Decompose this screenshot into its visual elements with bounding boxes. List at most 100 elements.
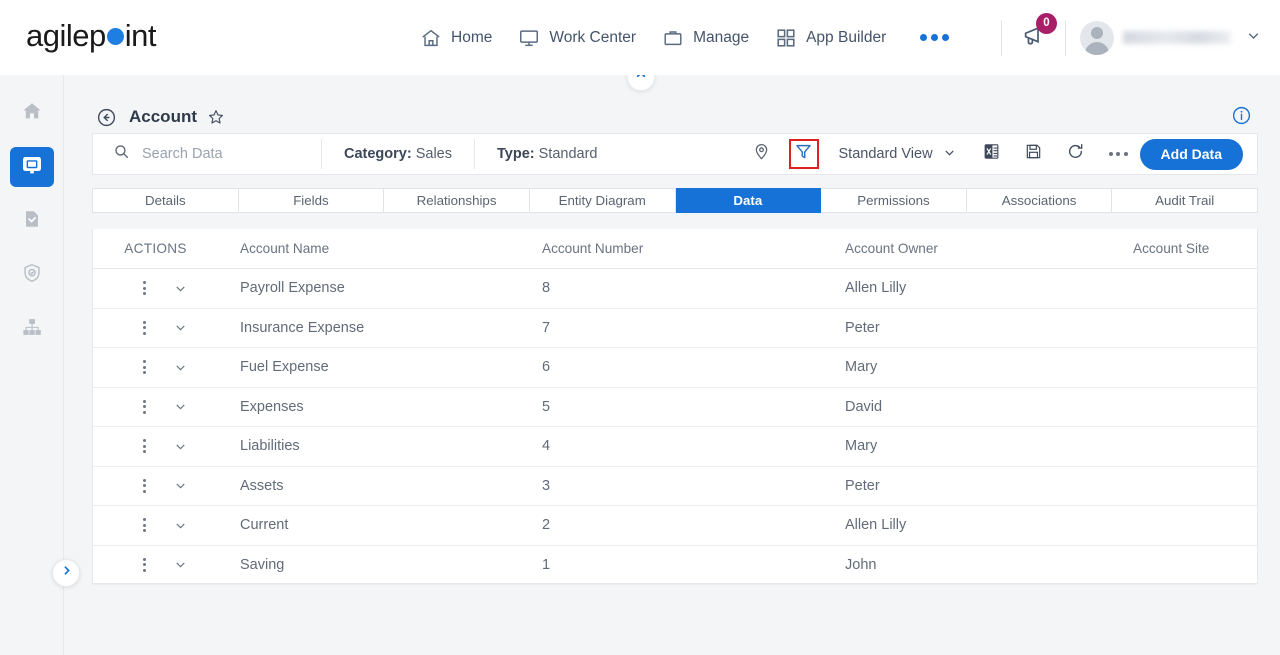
tab-details[interactable]: Details xyxy=(92,188,239,213)
table-row[interactable]: Expenses 5 David xyxy=(93,388,1257,427)
cell-account-number: 3 xyxy=(542,477,551,494)
sidebar-expand-button[interactable] xyxy=(52,559,80,587)
kebab-menu-icon[interactable] xyxy=(125,478,163,493)
kebab-menu-icon[interactable] xyxy=(125,320,163,335)
back-arrow-icon[interactable] xyxy=(96,107,117,128)
location-pin-button[interactable] xyxy=(746,138,778,170)
cell-account-owner: Allen Lilly xyxy=(845,280,907,297)
table-row[interactable]: Assets 3 Peter xyxy=(93,467,1257,506)
user-menu-chevron-down-icon[interactable] xyxy=(1245,27,1262,49)
kebab-menu-icon[interactable] xyxy=(125,399,163,414)
cell-account-number: 5 xyxy=(542,398,551,415)
tab-relationships[interactable]: Relationships xyxy=(384,188,530,213)
search-icon xyxy=(113,143,130,165)
nav-item-app-builder[interactable]: App Builder xyxy=(775,27,886,49)
toolbar-more-dot xyxy=(1123,152,1128,156)
row-expand-chevron-down-icon[interactable] xyxy=(163,399,197,414)
table-row[interactable]: Fuel Expense 6 Mary xyxy=(93,348,1257,388)
sidebar-item-security[interactable] xyxy=(10,255,54,295)
filter-button[interactable] xyxy=(788,139,819,169)
filter-funnel-icon xyxy=(794,142,813,166)
cell-account-owner: Mary xyxy=(845,359,878,376)
kebab-menu-icon[interactable] xyxy=(125,439,163,454)
kebab-menu-icon[interactable] xyxy=(125,360,163,375)
sidebar-item-work-center[interactable] xyxy=(9,147,54,187)
cell-account-name: Expenses xyxy=(240,398,304,415)
nav-more-icon[interactable] xyxy=(920,34,950,41)
tab-fields[interactable]: Fields xyxy=(238,188,385,213)
avatar[interactable] xyxy=(1080,20,1114,55)
row-expand-chevron-down-icon[interactable] xyxy=(163,281,197,296)
table-row[interactable]: Current 2 Allen Lilly xyxy=(93,506,1257,546)
tab-associations[interactable]: Associations xyxy=(966,188,1113,213)
nav-item-work-center[interactable]: Work Center xyxy=(518,27,636,49)
row-actions xyxy=(93,478,218,493)
document-check-icon xyxy=(21,208,43,235)
cell-account-owner: Peter xyxy=(845,477,880,494)
row-expand-chevron-down-icon[interactable] xyxy=(163,320,197,335)
excel-export-icon xyxy=(982,142,1001,166)
cell-account-owner: David xyxy=(845,398,883,415)
agilepoint-logo[interactable]: agilep int xyxy=(26,18,157,54)
row-expand-chevron-down-icon[interactable] xyxy=(163,478,197,493)
export-excel-button[interactable] xyxy=(976,138,1008,170)
cell-account-owner: Peter xyxy=(845,319,880,336)
info-icon[interactable] xyxy=(1231,105,1252,126)
kebab-menu-icon[interactable] xyxy=(125,557,163,572)
sidebar-item-hierarchy[interactable] xyxy=(10,309,54,349)
logo-text-part1: agilep xyxy=(26,18,106,53)
tab-entity-diagram[interactable]: Entity Diagram xyxy=(529,188,676,213)
nav-item-manage-label: Manage xyxy=(693,28,750,46)
monitor-icon xyxy=(20,153,44,182)
type-value: Standard xyxy=(538,146,598,162)
sidebar-item-documents[interactable] xyxy=(10,201,54,241)
row-expand-chevron-down-icon[interactable] xyxy=(163,439,197,454)
cell-account-number: 1 xyxy=(542,556,551,573)
cell-account-name: Insurance Expense xyxy=(240,319,365,336)
save-button[interactable] xyxy=(1018,138,1050,170)
search-box[interactable] xyxy=(93,134,321,174)
refresh-button[interactable] xyxy=(1060,138,1092,170)
toolbar-more-icon[interactable] xyxy=(1108,152,1128,156)
page-header: Account xyxy=(64,97,1280,137)
row-expand-chevron-down-icon[interactable] xyxy=(163,518,197,533)
type-meta: Type: Standard xyxy=(475,146,620,162)
data-toolbar: Category: Sales Type: Standard xyxy=(92,133,1258,175)
announcements-button[interactable]: 0 xyxy=(1016,12,1057,58)
cell-account-name: Assets xyxy=(240,477,284,494)
home-icon xyxy=(21,100,43,127)
table-row[interactable]: Liabilities 4 Mary xyxy=(93,427,1257,467)
main-navigation: Home Work Center Manage App Builder xyxy=(420,0,950,75)
star-icon[interactable] xyxy=(207,108,225,126)
table-row[interactable]: Saving 1 John xyxy=(93,546,1257,585)
row-expand-chevron-down-icon[interactable] xyxy=(163,360,197,375)
search-input[interactable] xyxy=(140,145,300,163)
chevron-right-icon xyxy=(60,564,73,582)
entity-tabs: Details Fields Relationships Entity Diag… xyxy=(92,188,1258,213)
nav-item-home[interactable]: Home xyxy=(420,27,492,49)
table-row[interactable]: Payroll Expense 8 Allen Lilly xyxy=(93,269,1257,309)
cell-account-owner: Allen Lilly xyxy=(845,517,907,534)
home-icon xyxy=(420,27,442,49)
kebab-menu-icon[interactable] xyxy=(125,281,163,296)
cell-account-number: 8 xyxy=(542,280,551,297)
row-actions xyxy=(93,320,218,335)
top-bar-right: 0 xyxy=(987,0,1262,75)
sidebar-item-home[interactable] xyxy=(10,93,54,133)
row-actions xyxy=(93,399,218,414)
tab-permissions[interactable]: Permissions xyxy=(821,188,967,213)
nav-item-manage[interactable]: Manage xyxy=(662,27,749,49)
tab-data[interactable]: Data xyxy=(675,188,822,213)
cell-account-number: 2 xyxy=(542,517,551,534)
save-icon xyxy=(1024,142,1043,166)
content-area: Account Category: Sale xyxy=(64,63,1280,655)
column-header-account-owner: Account Owner xyxy=(845,241,938,256)
row-expand-chevron-down-icon[interactable] xyxy=(163,557,197,572)
view-selector[interactable]: Standard View xyxy=(839,145,957,164)
table-row[interactable]: Insurance Expense 7 Peter xyxy=(93,309,1257,348)
add-data-button[interactable]: Add Data xyxy=(1139,138,1243,170)
kebab-menu-icon[interactable] xyxy=(125,518,163,533)
tab-audit-trail[interactable]: Audit Trail xyxy=(1112,188,1258,213)
top-divider xyxy=(1065,19,1066,56)
cell-account-name: Fuel Expense xyxy=(240,359,329,376)
